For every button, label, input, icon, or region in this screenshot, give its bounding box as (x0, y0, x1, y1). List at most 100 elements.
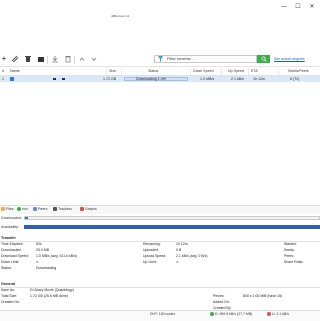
torrent-up-speed: 2.1 kB/s (231, 76, 244, 81)
folder-icon (1, 207, 5, 211)
column-header-up-speed[interactable]: Up Speed (228, 69, 244, 74)
move-down-button[interactable] (90, 55, 98, 63)
title-bar (0, 0, 320, 22)
download-status: D: 999.9 kB/s (27.7 MB) (215, 312, 253, 316)
link-icon (11, 55, 19, 63)
total-size-value: 1.72 GB (25.6 MB done) (30, 294, 68, 298)
torrent-size: 1.72 GB (103, 76, 117, 81)
up-limit-label: Up Limit: (143, 260, 157, 264)
total-size-label: Total Size: (1, 294, 18, 298)
chevron-up-icon (79, 57, 85, 61)
download-button[interactable] (51, 55, 59, 63)
graphs-icon (80, 207, 84, 211)
download-icon (52, 56, 58, 63)
upload-status: U: 2.1 kB/s (272, 312, 290, 316)
column-divider (121, 68, 122, 75)
delete-torrent-button[interactable] (24, 55, 32, 63)
downloaded-pieces-bar (24, 216, 320, 220)
tab-peers-label: Peers (38, 207, 48, 211)
general-heading: General (1, 282, 16, 286)
search-button[interactable] (257, 55, 270, 63)
down-limit-label: Down Limit: (1, 260, 20, 264)
uploaded-value: 0 B (176, 248, 182, 252)
maximize-button[interactable]: ☐ (294, 4, 302, 10)
tab-trackers-label: Trackers (58, 207, 72, 211)
torrent-creator-button[interactable] (37, 55, 45, 63)
availability-bar (24, 225, 320, 229)
remaining-value: 1h 12m (176, 242, 188, 246)
transfer-heading: Transfer (1, 236, 16, 240)
close-button[interactable]: ✕ (308, 4, 316, 10)
up-limit-value: ∞ (176, 260, 179, 264)
time-elapsed-value: 52s (36, 242, 42, 246)
remaining-label: Remaining: (143, 242, 161, 246)
tab-graphs[interactable]: Graphs (80, 206, 97, 212)
toolbar-divider-2 (74, 56, 75, 64)
tab-trackers[interactable]: Trackers (53, 206, 72, 212)
move-up-button[interactable] (78, 55, 86, 63)
peers-label: Peers: (284, 254, 295, 258)
download-speed-value: 1.0 MB/s (avg. 511.6 kB/s) (36, 254, 77, 258)
share-ratio-label: Share Ratio: (284, 260, 304, 264)
column-header-size[interactable]: Size (109, 69, 116, 74)
tab-info[interactable]: Info (17, 206, 28, 212)
search-engines-link[interactable]: Site search engines (274, 57, 305, 61)
torrent-name-redacted (62, 78, 65, 80)
column-divider (221, 68, 222, 75)
torrent-list-header (0, 68, 320, 76)
torrent-eta: 1h 12m (253, 76, 265, 81)
search-icon (260, 56, 267, 62)
downloaded-value: 25.0 MB (36, 248, 50, 252)
minimize-button[interactable]: — (280, 4, 288, 10)
added-on-label: Added On: (213, 300, 230, 304)
availability-label: Availability: (1, 225, 19, 229)
bin-icon (65, 56, 71, 63)
details-tab-bar (0, 205, 320, 214)
column-header-down-speed[interactable]: Down Speed (193, 69, 214, 74)
save-as-value: D:\Scary Movie (Quadrilogy) (30, 288, 74, 292)
torrent-status: Downloading 1.4% (136, 76, 166, 81)
wasted-label: Wasted: (284, 242, 297, 246)
upload-speed-label: Upload Speed: (143, 254, 167, 258)
tab-files[interactable]: Files (1, 206, 14, 212)
torrent-status-icon (10, 77, 14, 81)
column-header-name[interactable]: Name (10, 69, 20, 74)
trackers-icon (53, 207, 57, 211)
add-torrent-file-button[interactable] (11, 55, 19, 63)
torrent-seeds-peers: 6 (72) (290, 76, 300, 81)
add-torrent-link-button[interactable]: + (0, 55, 8, 63)
status-label: Status: (1, 266, 12, 270)
tab-info-label: Info (22, 207, 28, 211)
tab-peers[interactable]: Peers (33, 206, 47, 212)
plus-icon: + (1, 54, 7, 63)
seeds-label: Seeds: (284, 248, 295, 252)
torrent-num: 1 (2, 76, 4, 81)
created-on-label: Created On: (1, 300, 21, 304)
dht-status: DHT: 163 nodes (150, 312, 176, 316)
pieces-value: 800 x 2.00 MiB (have 15) (243, 294, 283, 298)
chevron-down-icon (91, 57, 97, 62)
column-header-eta[interactable]: ETA (251, 69, 258, 74)
pieces-label: Pieces: (213, 294, 225, 298)
download-speed-label: Download Speed: (1, 254, 29, 258)
filter-icon (158, 56, 163, 62)
tab-graphs-label: Graphs (85, 207, 97, 211)
peers-icon (33, 207, 37, 211)
column-divider (106, 68, 107, 75)
column-header-status[interactable]: Status (148, 69, 158, 74)
uploaded-label: Uploaded: (143, 248, 159, 252)
trash-icon (25, 56, 31, 62)
info-icon (17, 207, 21, 211)
torrent-down-speed: 1.0 MB/s (200, 76, 215, 81)
down-limit-value: ∞ (36, 260, 39, 264)
package-icon (38, 57, 44, 62)
column-header-seeds-peers[interactable]: Seeds/Peers (288, 69, 309, 74)
window-title: qBittorrent v4 (111, 14, 129, 18)
trash-button[interactable] (64, 55, 72, 63)
downloaded-pieces-label: Downloaded: (1, 216, 22, 220)
column-divider (278, 68, 279, 75)
search-input-value: Filter torrents... (167, 56, 194, 61)
column-header-num[interactable]: # (2, 69, 4, 74)
upload-icon (267, 312, 271, 316)
column-divider (248, 68, 249, 75)
